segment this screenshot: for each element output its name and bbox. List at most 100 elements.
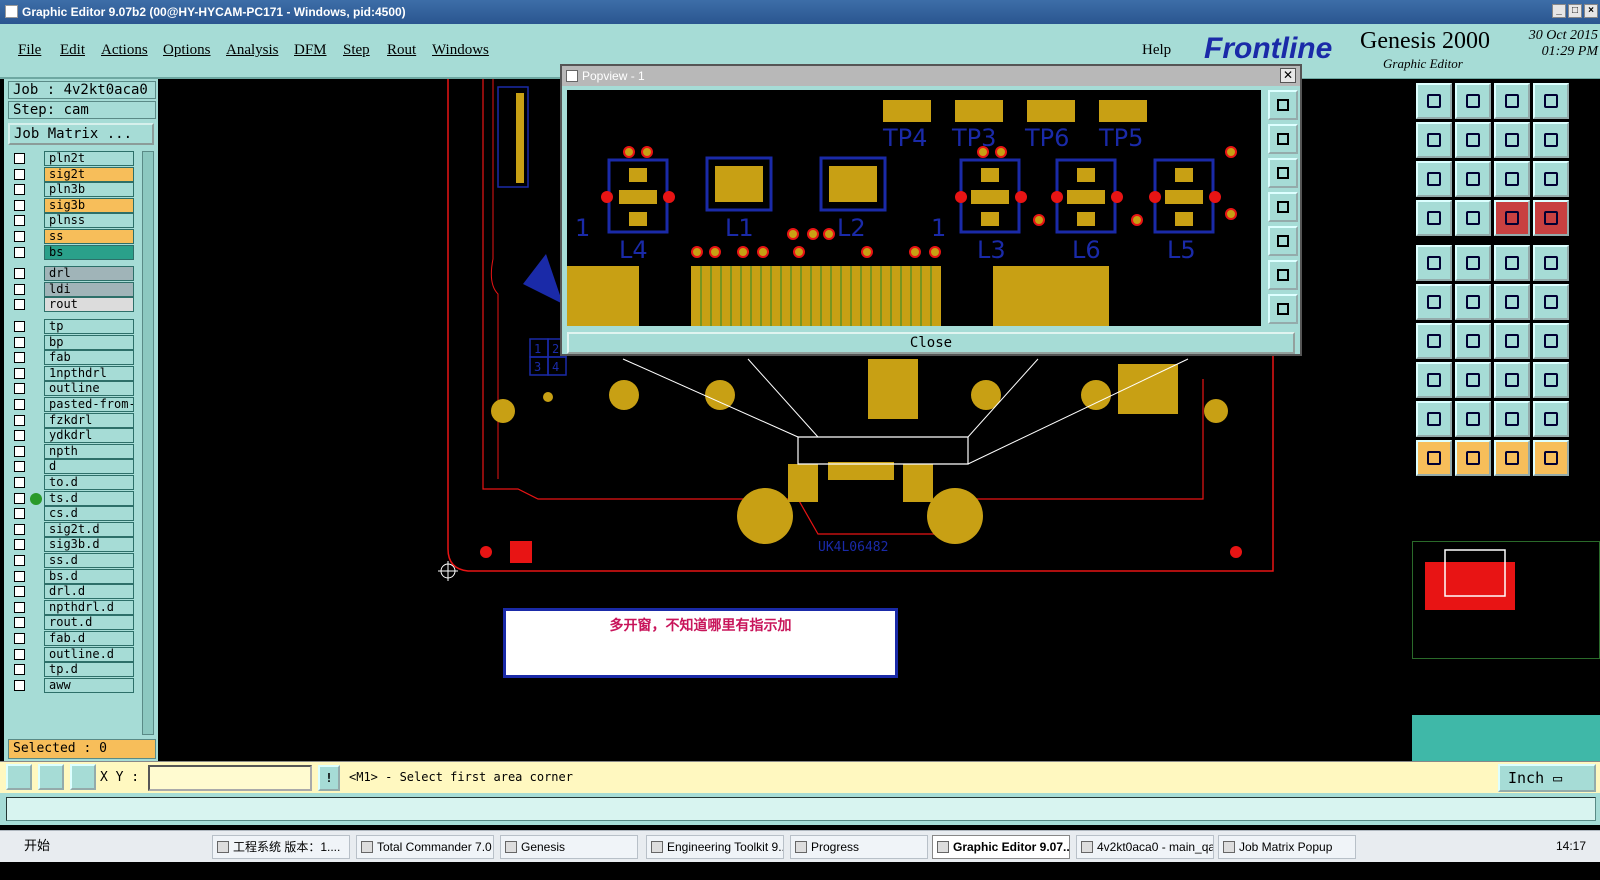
layer-checkbox[interactable]	[14, 231, 25, 242]
popview-center-icon[interactable]	[1268, 294, 1298, 324]
layer-row[interactable]: plnss	[8, 213, 136, 229]
tool-button[interactable]	[1494, 284, 1530, 320]
tool-button[interactable]	[1533, 83, 1569, 119]
tool-button[interactable]	[1455, 200, 1491, 236]
tool-button[interactable]	[1416, 440, 1452, 476]
layer-checkbox[interactable]	[14, 414, 25, 426]
layer-row[interactable]: d	[8, 459, 136, 475]
layer-checkbox[interactable]	[14, 199, 25, 211]
layer-row[interactable]: bs.d	[8, 568, 136, 584]
layer-row[interactable]: aww	[8, 677, 136, 693]
layer-row[interactable]: bs	[8, 244, 136, 260]
layer-row[interactable]: ts.d	[8, 490, 136, 506]
layer-name[interactable]: drl.d	[44, 584, 134, 600]
tool-button[interactable]	[1494, 440, 1530, 476]
layer-checkbox[interactable]	[14, 367, 25, 379]
layer-row[interactable]: pasted-from-	[8, 397, 136, 412]
tool-button[interactable]	[1533, 440, 1569, 476]
tool-button[interactable]	[1533, 200, 1569, 236]
layer-row[interactable]: sig2t	[8, 166, 136, 182]
tool-button[interactable]	[1416, 122, 1452, 158]
layer-name[interactable]: plnss	[44, 213, 134, 229]
layer-checkbox[interactable]	[14, 648, 25, 660]
tool-button[interactable]	[1455, 161, 1491, 197]
layer-checkbox[interactable]	[14, 633, 25, 644]
alert-icon[interactable]: !	[318, 765, 340, 791]
overview-map[interactable]	[1412, 541, 1600, 659]
tool-button[interactable]	[1455, 122, 1491, 158]
layer-checkbox[interactable]	[14, 539, 25, 551]
layer-checkbox[interactable]	[14, 586, 25, 598]
task-graphic-editor[interactable]: Graphic Editor 9.07...	[932, 835, 1070, 859]
layer-row[interactable]: fab.d	[8, 631, 136, 646]
layer-name[interactable]: sig2t	[44, 166, 134, 182]
tool-button[interactable]	[1455, 440, 1491, 476]
layer-row[interactable]: rout.d	[8, 615, 136, 631]
tool-button[interactable]	[1416, 200, 1452, 236]
layer-row[interactable]: sig2t.d	[8, 521, 136, 537]
layer-row[interactable]: fzkdrl	[8, 412, 136, 428]
layer-row[interactable]: bp	[8, 334, 136, 350]
close-button[interactable]: ×	[1584, 4, 1598, 18]
menu-options[interactable]: Options	[163, 42, 211, 59]
job-matrix-button[interactable]: Job Matrix ...	[8, 123, 154, 145]
menu-windows[interactable]: Windows	[432, 42, 489, 59]
layer-row[interactable]: ss	[8, 229, 136, 244]
layer-name[interactable]: bp	[44, 334, 134, 350]
tool-button[interactable]	[1455, 362, 1491, 398]
layer-checkbox[interactable]	[14, 336, 25, 348]
tool-button[interactable]	[1533, 323, 1569, 359]
popview-zoom-icon[interactable]	[1268, 90, 1298, 120]
layer-checkbox[interactable]	[14, 601, 25, 613]
measure-icon[interactable]	[38, 764, 64, 790]
layer-row[interactable]: drl	[8, 266, 136, 282]
layer-name[interactable]: d	[44, 459, 134, 475]
layer-name[interactable]: pln3b	[44, 182, 134, 198]
task-total-commander[interactable]: Total Commander 7.0 ...	[356, 835, 494, 859]
menu-dfm[interactable]: DFM	[294, 42, 327, 59]
tool-button[interactable]	[1416, 362, 1452, 398]
tool-button[interactable]	[1455, 245, 1491, 281]
layer-row[interactable]: ydkdrl	[8, 428, 136, 444]
layer-name[interactable]: outline	[44, 381, 134, 397]
xy-input[interactable]	[148, 765, 312, 791]
task-gongcheng[interactable]: 工程系统 版本：1....	[212, 835, 350, 859]
tool-button[interactable]	[1416, 284, 1452, 320]
layer-name[interactable]: ldi	[44, 281, 134, 297]
layer-row[interactable]: sig3b.d	[8, 537, 136, 553]
tool-button[interactable]	[1416, 323, 1452, 359]
layer-row[interactable]: cs.d	[8, 506, 136, 522]
popview-right-icon[interactable]	[1268, 226, 1298, 256]
unit-selector[interactable]: Inch ▭	[1498, 764, 1596, 792]
popview-close-button[interactable]: Close	[567, 332, 1295, 354]
layer-name[interactable]: fab	[44, 350, 134, 366]
layer-checkbox[interactable]	[14, 555, 25, 566]
tool-button[interactable]	[1455, 323, 1491, 359]
layer-checkbox[interactable]	[14, 184, 25, 196]
tool-button[interactable]	[1533, 362, 1569, 398]
menu-help[interactable]: Help	[1142, 42, 1171, 59]
popview-down-icon[interactable]	[1268, 158, 1298, 188]
layer-checkbox[interactable]	[14, 508, 25, 520]
task-engineering-toolkit[interactable]: Engineering Toolkit 9....	[646, 835, 784, 859]
layer-name[interactable]: ts.d	[44, 490, 134, 506]
tool-button[interactable]	[1533, 284, 1569, 320]
layer-checkbox[interactable]	[14, 570, 25, 582]
menu-actions[interactable]: Actions	[101, 42, 148, 59]
task-progress[interactable]: Progress	[790, 835, 928, 859]
menu-rout[interactable]: Rout	[387, 42, 416, 59]
tool-button[interactable]	[1455, 284, 1491, 320]
layer-row[interactable]: 1npthdrl	[8, 365, 136, 381]
tool-button[interactable]	[1455, 401, 1491, 437]
layer-row[interactable]: rout	[8, 297, 136, 313]
snap-icon[interactable]	[6, 764, 32, 790]
layer-row[interactable]: outline	[8, 381, 136, 397]
layer-name[interactable]: rout	[44, 297, 134, 313]
menu-step[interactable]: Step	[343, 42, 370, 59]
tool-button[interactable]	[1494, 362, 1530, 398]
layer-checkbox[interactable]	[14, 246, 25, 258]
layer-row[interactable]: npth	[8, 443, 136, 459]
layer-name[interactable]: pasted-from-	[44, 397, 134, 412]
layer-name[interactable]: aww	[44, 677, 134, 693]
layer-name[interactable]: sig3b.d	[44, 537, 134, 553]
